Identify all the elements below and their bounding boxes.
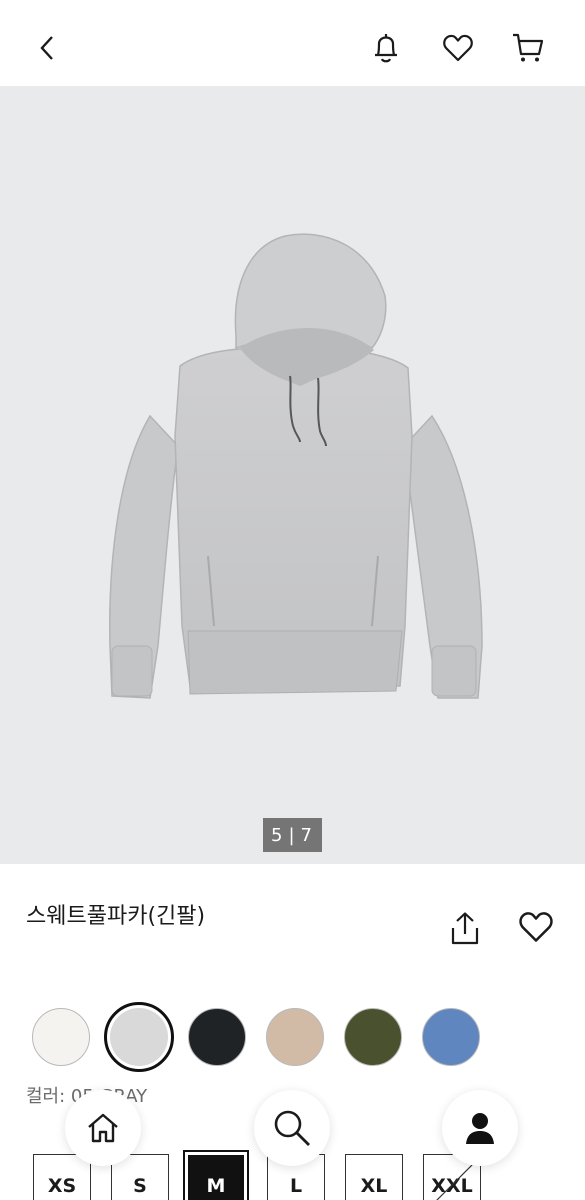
user-icon [466,1113,494,1144]
cart-icon [513,33,544,62]
size-label: L [289,1175,303,1197]
home-icon [88,1113,118,1143]
search-button[interactable] [254,1090,330,1166]
color-swatches [0,1000,585,1080]
bell-icon [375,34,397,63]
product-wishlist-button[interactable] [518,910,556,948]
home-button[interactable] [65,1090,141,1166]
size-option-m[interactable]: M [183,1150,249,1200]
size-option-xl[interactable]: XL [345,1154,403,1200]
product-title: 스웨트풀파카(긴팔) [26,904,206,929]
profile-button[interactable] [442,1090,518,1166]
size-label: M [206,1175,226,1197]
heart-icon [443,34,473,62]
back-button[interactable] [28,28,68,68]
color-swatch-beige[interactable] [266,1008,324,1066]
hoodie-image [109,233,483,699]
color-swatch-blue[interactable] [422,1008,480,1066]
top-bar [0,0,585,86]
product-title-row: 스웨트풀파카(긴팔) [0,864,585,974]
image-counter-total: 7 [300,824,314,846]
image-counter: 5 | 7 [263,818,322,852]
notification-button[interactable] [366,28,406,68]
size-label: XS [47,1175,77,1197]
chevron-left-icon [40,36,53,60]
share-icon [451,912,479,945]
color-swatch-olive[interactable] [344,1008,402,1066]
product-image-gallery[interactable] [0,86,585,864]
share-button[interactable] [446,910,484,948]
search-icon [274,1110,310,1146]
size-label: S [133,1175,147,1197]
image-counter-separator: | [288,824,297,846]
image-counter-current: 5 [271,824,285,846]
color-swatch-black[interactable] [188,1008,246,1066]
size-option-xs[interactable]: XS [33,1154,91,1200]
size-label: XL [360,1175,388,1197]
heart-icon [519,912,553,942]
wishlist-header-button[interactable] [438,28,478,68]
color-swatch-gray[interactable] [104,1002,174,1072]
color-swatch-off-white[interactable] [32,1008,90,1066]
cart-button[interactable] [508,28,548,68]
